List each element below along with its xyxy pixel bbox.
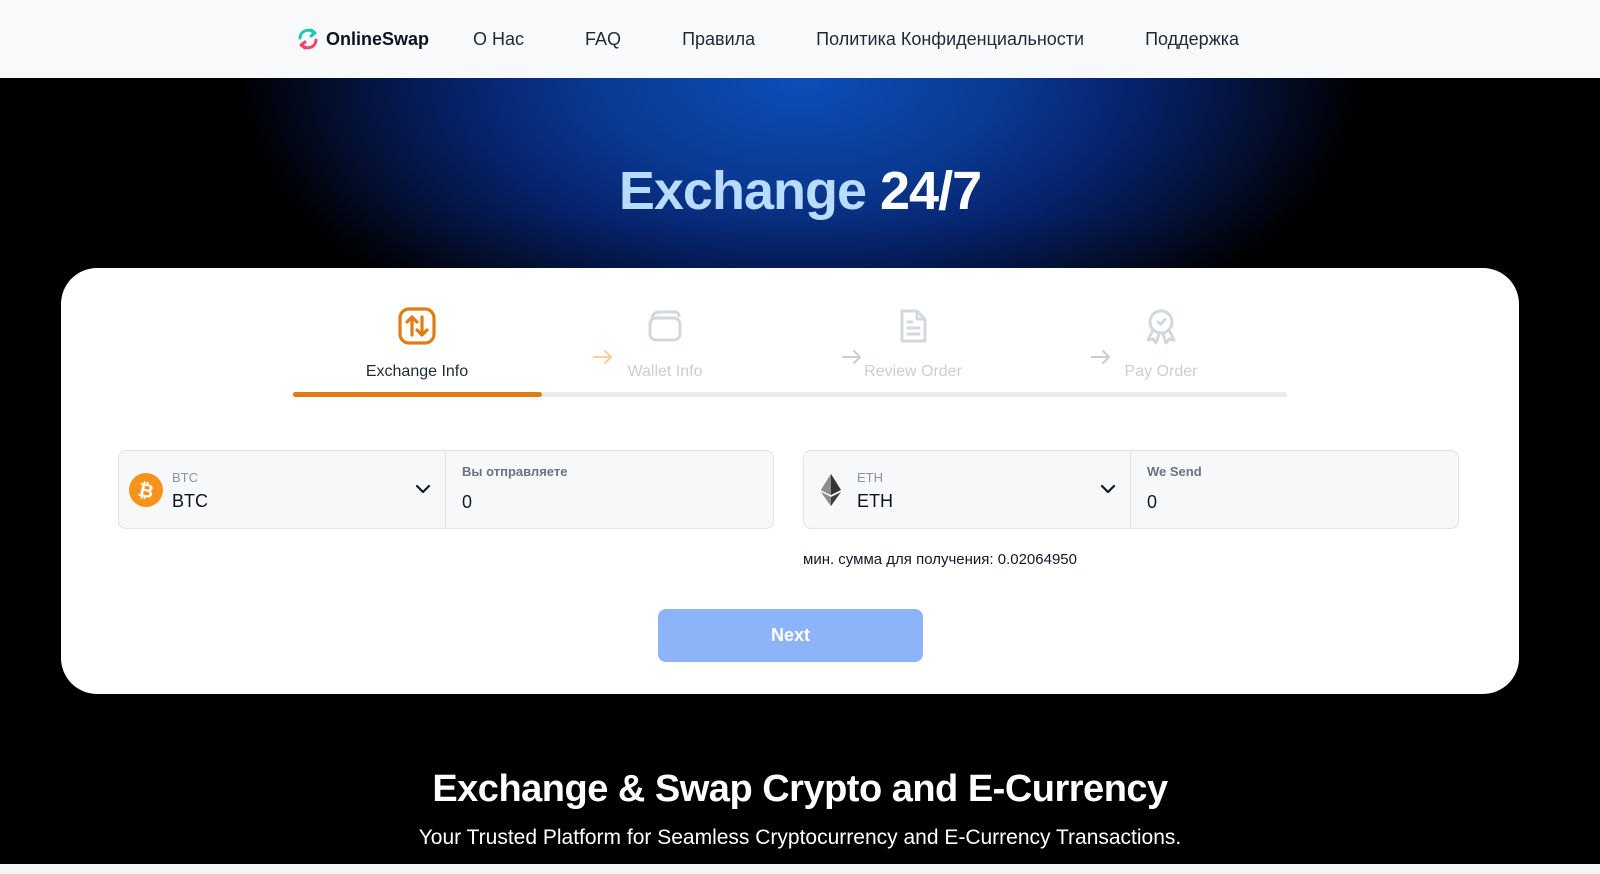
step-pay-order[interactable]: Pay Order	[1037, 306, 1285, 396]
next-button[interactable]: Next	[658, 609, 923, 662]
send-amount-field: Вы отправляете	[446, 451, 773, 528]
nav-privacy-policy[interactable]: Политика Конфиденциальности	[816, 29, 1084, 50]
exchange-card: Exchange Info Wallet Info Review Order P…	[61, 268, 1519, 694]
section-title: Exchange & Swap Crypto and E-Currency	[432, 768, 1168, 810]
chevron-down-icon	[1100, 484, 1116, 494]
nav-rules[interactable]: Правила	[682, 29, 755, 50]
hero-title: Exchange 24/7	[0, 160, 1600, 222]
swap-logo-icon	[298, 28, 318, 50]
step-exchange-info[interactable]: Exchange Info	[293, 306, 541, 396]
nav-support[interactable]: Поддержка	[1145, 29, 1239, 50]
send-coin-name: BTC	[172, 491, 208, 511]
receive-coin-select[interactable]: ETH ETH	[804, 451, 1131, 528]
brand-logo-link[interactable]: OnlineSwap	[296, 27, 429, 51]
step-progress-track	[293, 392, 1287, 397]
send-box: ₿ BTC BTC Вы отправляете	[118, 450, 774, 529]
ethereum-icon	[821, 474, 841, 506]
stepper: Exchange Info Wallet Info Review Order P…	[293, 306, 1287, 396]
send-amount-label: Вы отправляете	[462, 464, 568, 479]
receive-coin-code: ETH	[857, 470, 883, 485]
receive-coin-name: ETH	[857, 491, 893, 511]
nav-faq[interactable]: FAQ	[585, 29, 621, 50]
exchange-arrows-icon	[398, 307, 436, 345]
send-coin-code: BTC	[172, 470, 198, 485]
send-amount-input[interactable]	[462, 489, 752, 515]
navbar-inner: OnlineSwap О Нас FAQ Правила Политика Ко…	[296, 0, 1239, 78]
top-navbar: OnlineSwap О Нас FAQ Правила Политика Ко…	[0, 0, 1600, 78]
receive-amount-field: We Send	[1131, 451, 1458, 528]
nav-about[interactable]: О Нас	[473, 29, 524, 50]
receive-box: ETH ETH We Send	[803, 450, 1459, 529]
hero-title-247: 24/7	[880, 161, 982, 221]
award-badge-icon	[1146, 309, 1176, 345]
brand-name: OnlineSwap	[326, 28, 430, 49]
step-review-order[interactable]: Review Order	[789, 306, 1037, 396]
min-amount-note: мин. сумма для получения: 0.02064950	[803, 551, 1077, 568]
bottom-strip	[0, 864, 1600, 874]
step-wallet-info[interactable]: Wallet Info	[541, 306, 789, 396]
send-coin-select[interactable]: ₿ BTC BTC	[119, 451, 446, 528]
hero-title-exchange: Exchange	[618, 161, 867, 221]
receive-amount-input[interactable]	[1147, 489, 1437, 515]
receive-amount-label: We Send	[1147, 464, 1202, 479]
wallet-icon	[648, 310, 682, 342]
step-label: Review Order	[864, 363, 962, 380]
step-label: Pay Order	[1124, 363, 1198, 380]
bitcoin-icon: ₿	[129, 473, 163, 507]
chevron-down-icon	[415, 484, 431, 494]
step-label: Exchange Info	[365, 363, 469, 380]
step-label: Wallet Info	[627, 363, 703, 380]
section-subtitle: Your Trusted Platform for Seamless Crypt…	[418, 826, 1182, 849]
step-progress-fill	[293, 392, 542, 397]
document-icon	[900, 309, 927, 343]
